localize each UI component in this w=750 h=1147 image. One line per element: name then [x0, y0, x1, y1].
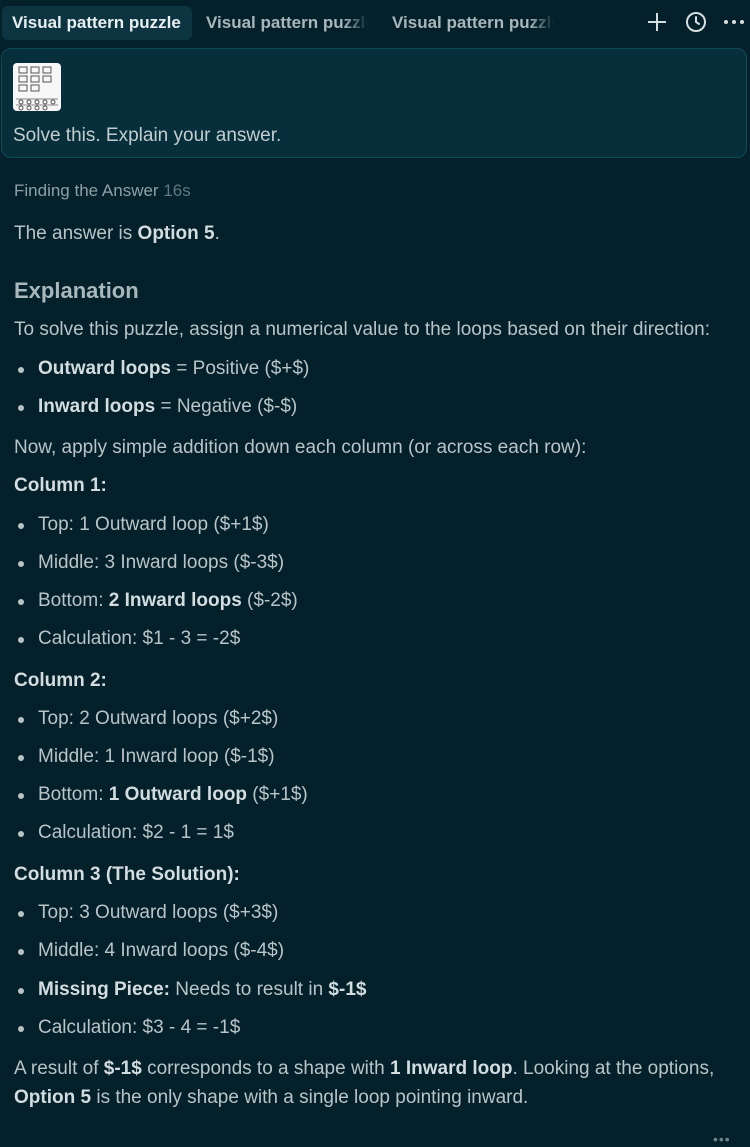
column1-top: Top: 1 Outward loop ($+1$)	[14, 514, 269, 536]
tab-visual-pattern-puzzle-2[interactable]: Visual pattern puzzle	[206, 6, 368, 40]
rule-outward: Outward loops = Positive ($+$)	[14, 358, 309, 380]
status-line[interactable]: Finding the Answer 16s	[14, 181, 191, 201]
conclusion-text: A result of $-1$ corresponds to a shape …	[14, 1058, 715, 1108]
puzzle-thumbnail-image[interactable]	[13, 63, 61, 111]
column3-calculation: Calculation: $3 - 4 = -1$	[14, 1017, 240, 1039]
prompt-text: Solve this. Explain your answer.	[13, 125, 282, 146]
apply-text: Now, apply simple addition down each col…	[14, 437, 587, 458]
column3-heading: Column 3 (The Solution):	[14, 864, 240, 885]
more-options-icon[interactable]: •••	[713, 1131, 731, 1147]
status-time: 16s	[163, 181, 191, 200]
intro-text: To solve this puzzle, assign a numerical…	[14, 319, 711, 340]
more-icon[interactable]	[722, 10, 746, 34]
column1-heading: Column 1:	[14, 475, 107, 496]
rule-inward-value: = Negative ($-$)	[155, 396, 298, 417]
column1-middle: Middle: 3 Inward loops ($-3$)	[14, 552, 284, 574]
status-label: Finding the Answer	[14, 181, 159, 200]
rule-outward-label: Outward loops	[38, 358, 171, 379]
answer-prefix: The answer is	[14, 223, 138, 244]
clock-icon[interactable]	[684, 10, 708, 34]
column2-middle: Middle: 1 Inward loop ($-1$)	[14, 746, 275, 768]
tab-visual-pattern-puzzle-3[interactable]: Visual pattern puzzle	[392, 6, 554, 40]
answer-line: The answer is Option 5.	[14, 223, 220, 245]
column3-top: Top: 3 Outward loops ($+3$)	[14, 902, 278, 924]
rule-outward-value: = Positive ($+$)	[171, 358, 310, 379]
rule-inward: Inward loops = Negative ($-$)	[14, 396, 297, 418]
tab-bar: Visual pattern puzzle Visual pattern puz…	[0, 0, 750, 46]
column2-top: Top: 2 Outward loops ($+2$)	[14, 708, 278, 730]
column2-bottom: Bottom: 1 Outward loop ($+1$)	[14, 784, 308, 806]
prompt-card: Solve this. Explain your answer.	[1, 48, 747, 158]
column2-calculation: Calculation: $2 - 1 = 1$	[14, 822, 234, 844]
column3-missing-piece: Missing Piece: Needs to result in $-1$	[14, 979, 366, 1001]
tab-visual-pattern-puzzle-1[interactable]: Visual pattern puzzle	[2, 6, 192, 40]
column1-calculation: Calculation: $1 - 3 = -2$	[14, 628, 240, 650]
explanation-heading: Explanation	[14, 278, 139, 303]
column3-middle: Middle: 4 Inward loops ($-4$)	[14, 940, 284, 962]
answer-suffix: .	[214, 223, 220, 244]
rule-inward-label: Inward loops	[38, 396, 156, 417]
plus-icon[interactable]	[645, 10, 669, 34]
answer-value: Option 5	[137, 223, 215, 244]
column1-bottom: Bottom: 2 Inward loops ($-2$)	[14, 590, 298, 612]
column2-heading: Column 2:	[14, 670, 107, 691]
